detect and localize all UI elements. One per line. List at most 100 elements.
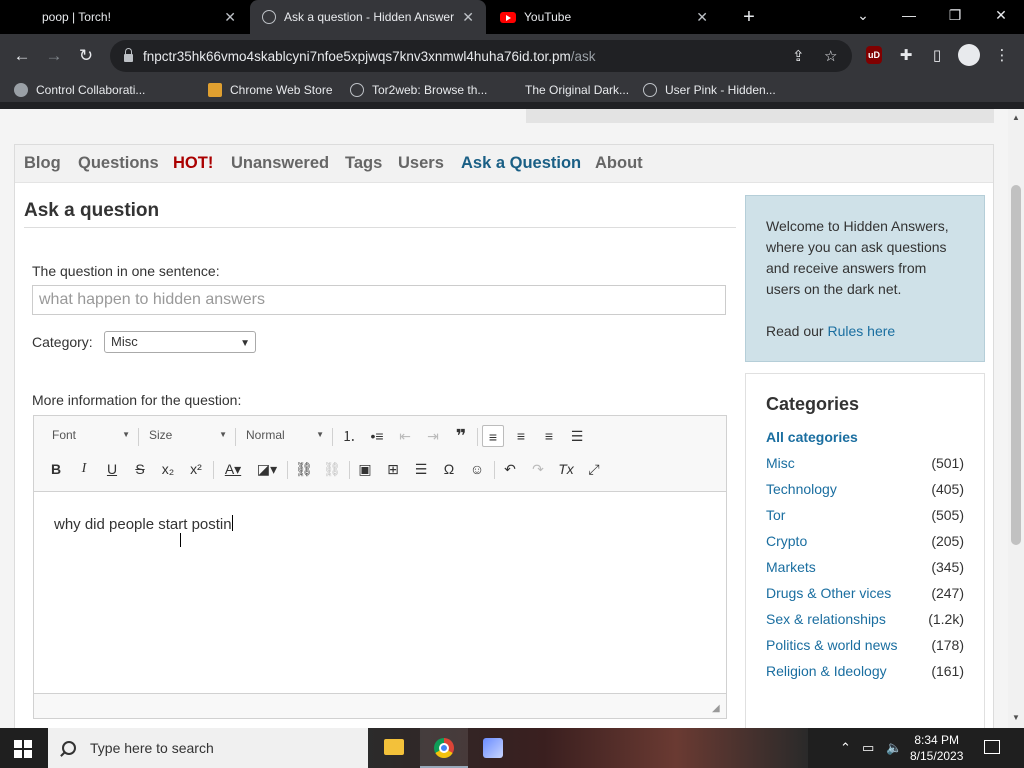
category-all-link[interactable]: All categories <box>766 429 964 455</box>
category-select[interactable]: Misc ▼ <box>104 331 256 353</box>
tab-torch[interactable]: poop | Torch! ✕ <box>30 0 248 34</box>
tray-chevron-icon[interactable]: ⌃ <box>840 740 851 756</box>
category-name[interactable]: Technology <box>766 481 837 507</box>
category-item[interactable]: Tor (505) <box>766 507 964 533</box>
category-name[interactable]: Drugs & Other vices <box>766 585 891 611</box>
category-item[interactable]: Sex & relationships (1.2k) <box>766 611 964 637</box>
restore-button[interactable]: ❐ <box>932 0 978 30</box>
subscript-icon[interactable]: x₂ <box>157 458 179 480</box>
bulleted-list-icon[interactable]: •≡ <box>366 425 388 447</box>
notification-icon[interactable] <box>984 740 1000 754</box>
new-tab-button[interactable]: + <box>738 6 760 28</box>
category-name[interactable]: Tor <box>766 507 785 533</box>
category-name[interactable]: Crypto <box>766 533 807 559</box>
category-item[interactable]: Markets (345) <box>766 559 964 585</box>
resize-grip-icon[interactable]: ◢ <box>712 704 722 714</box>
nav-hot[interactable]: HOT! <box>173 154 213 173</box>
bookmark-item[interactable]: User Pink - Hidden... <box>643 78 776 102</box>
numbered-list-icon[interactable]: ⒈ <box>338 425 360 447</box>
maximize-icon[interactable]: ⤢ <box>583 458 605 480</box>
superscript-icon[interactable]: x² <box>185 458 207 480</box>
format-combo[interactable]: Normal ▼ <box>246 428 324 446</box>
nav-ask-a-question[interactable]: Ask a Question <box>461 154 581 173</box>
close-icon[interactable]: ✕ <box>224 9 236 26</box>
bookmark-item[interactable]: Tor2web: Browse th... <box>350 78 487 102</box>
network-icon[interactable]: ▭ <box>862 740 874 756</box>
outdent-icon[interactable]: ⇤ <box>394 425 416 447</box>
strikethrough-icon[interactable]: S <box>129 458 151 480</box>
address-bar[interactable]: fnpctr35hk66vmo4skablcyni7nfoe5xpjwqs7kn… <box>110 40 852 72</box>
table-icon[interactable]: ⊞ <box>382 458 404 480</box>
undo-icon[interactable]: ↶ <box>499 458 521 480</box>
redo-icon[interactable]: ↷ <box>527 458 549 480</box>
lock-icon[interactable] <box>124 48 133 62</box>
image-icon[interactable]: ▣ <box>354 458 376 480</box>
editor-content[interactable]: why did people start postin <box>34 493 726 693</box>
category-name[interactable]: Misc <box>766 455 795 481</box>
align-justify-icon[interactable]: ☰ <box>566 425 588 447</box>
share-icon[interactable]: ⇪ <box>792 47 805 65</box>
special-char-icon[interactable]: Ω <box>438 458 460 480</box>
remove-format-icon[interactable]: Tx <box>555 458 577 480</box>
taskbar-search[interactable]: Type here to search <box>48 728 368 768</box>
nav-unanswered[interactable]: Unanswered <box>231 154 329 173</box>
close-icon[interactable]: ✕ <box>462 9 474 26</box>
page-scrollbar[interactable]: ▲ ▼ <box>1008 109 1024 728</box>
kebab-menu-icon[interactable]: ⋮ <box>992 46 1012 66</box>
category-item[interactable]: Misc (501) <box>766 455 964 481</box>
category-item[interactable]: Politics & world news (178) <box>766 637 964 663</box>
italic-icon[interactable]: I <box>73 458 95 480</box>
align-center-icon[interactable]: ≡ <box>510 425 532 447</box>
ublock-extension-icon[interactable]: uD <box>866 46 882 64</box>
question-input[interactable]: what happen to hidden answers <box>32 285 726 315</box>
extensions-puzzle-icon[interactable]: ✚ <box>896 46 916 66</box>
bookmark-item[interactable]: Chrome Web Store <box>208 78 333 102</box>
blockquote-icon[interactable]: ❞ <box>450 425 472 447</box>
indent-icon[interactable]: ⇥ <box>422 425 444 447</box>
category-item[interactable]: Drugs & Other vices (247) <box>766 585 964 611</box>
window-close-button[interactable]: ✕ <box>978 0 1024 30</box>
file-explorer-app[interactable] <box>370 728 418 768</box>
nav-blog[interactable]: Blog <box>24 154 61 173</box>
bookmark-star-icon[interactable]: ☆ <box>824 47 837 65</box>
scroll-up-icon[interactable]: ▲ <box>1011 113 1021 123</box>
font-combo[interactable]: Font ▼ <box>52 428 130 446</box>
pinned-app[interactable] <box>469 728 517 768</box>
size-combo[interactable]: Size ▼ <box>149 428 227 446</box>
horizontal-rule-icon[interactable]: ☰ <box>410 458 432 480</box>
category-item[interactable]: Crypto (205) <box>766 533 964 559</box>
windows-start-icon[interactable] <box>14 740 32 758</box>
bookmark-item[interactable]: The Original Dark... <box>525 78 629 102</box>
tab-youtube[interactable]: YouTube ✕ <box>488 0 720 34</box>
nav-questions[interactable]: Questions <box>78 154 159 173</box>
align-right-icon[interactable]: ≡ <box>538 425 560 447</box>
bookmark-item[interactable]: Control Collaborati... <box>14 78 145 102</box>
unlink-icon[interactable]: ⛓ <box>321 458 343 480</box>
category-item[interactable]: Religion & Ideology (161) <box>766 663 964 689</box>
chrome-app[interactable] <box>420 728 468 768</box>
close-icon[interactable]: ✕ <box>696 9 708 26</box>
volume-icon[interactable]: 🔈 <box>886 740 902 756</box>
category-name[interactable]: Religion & Ideology <box>766 663 887 689</box>
nav-users[interactable]: Users <box>398 154 444 173</box>
rules-link[interactable]: Rules here <box>827 323 895 339</box>
background-color-icon[interactable]: ◪▾ <box>253 458 281 480</box>
smiley-icon[interactable]: ☺ <box>466 458 488 480</box>
profile-avatar[interactable] <box>958 44 980 66</box>
category-name[interactable]: Sex & relationships <box>766 611 886 637</box>
category-item[interactable]: Technology (405) <box>766 481 964 507</box>
scroll-down-icon[interactable]: ▼ <box>1011 713 1021 723</box>
category-name[interactable]: Markets <box>766 559 816 585</box>
tab-hidden-answers[interactable]: Ask a question - Hidden Answers ✕ <box>250 0 486 34</box>
side-panel-icon[interactable]: ▯ <box>927 46 947 66</box>
category-name[interactable]: Politics & world news <box>766 637 898 663</box>
system-clock[interactable]: 8:34 PM 8/15/2023 <box>910 732 963 764</box>
reload-button[interactable]: ↻ <box>74 44 98 68</box>
align-left-icon[interactable]: ≡ <box>482 425 504 447</box>
nav-about[interactable]: About <box>595 154 643 173</box>
text-color-icon[interactable]: A▾ <box>219 458 247 480</box>
link-icon[interactable]: ⛓ <box>293 458 315 480</box>
underline-icon[interactable]: U <box>101 458 123 480</box>
scroll-thumb[interactable] <box>1011 185 1021 545</box>
bold-icon[interactable]: B <box>45 458 67 480</box>
